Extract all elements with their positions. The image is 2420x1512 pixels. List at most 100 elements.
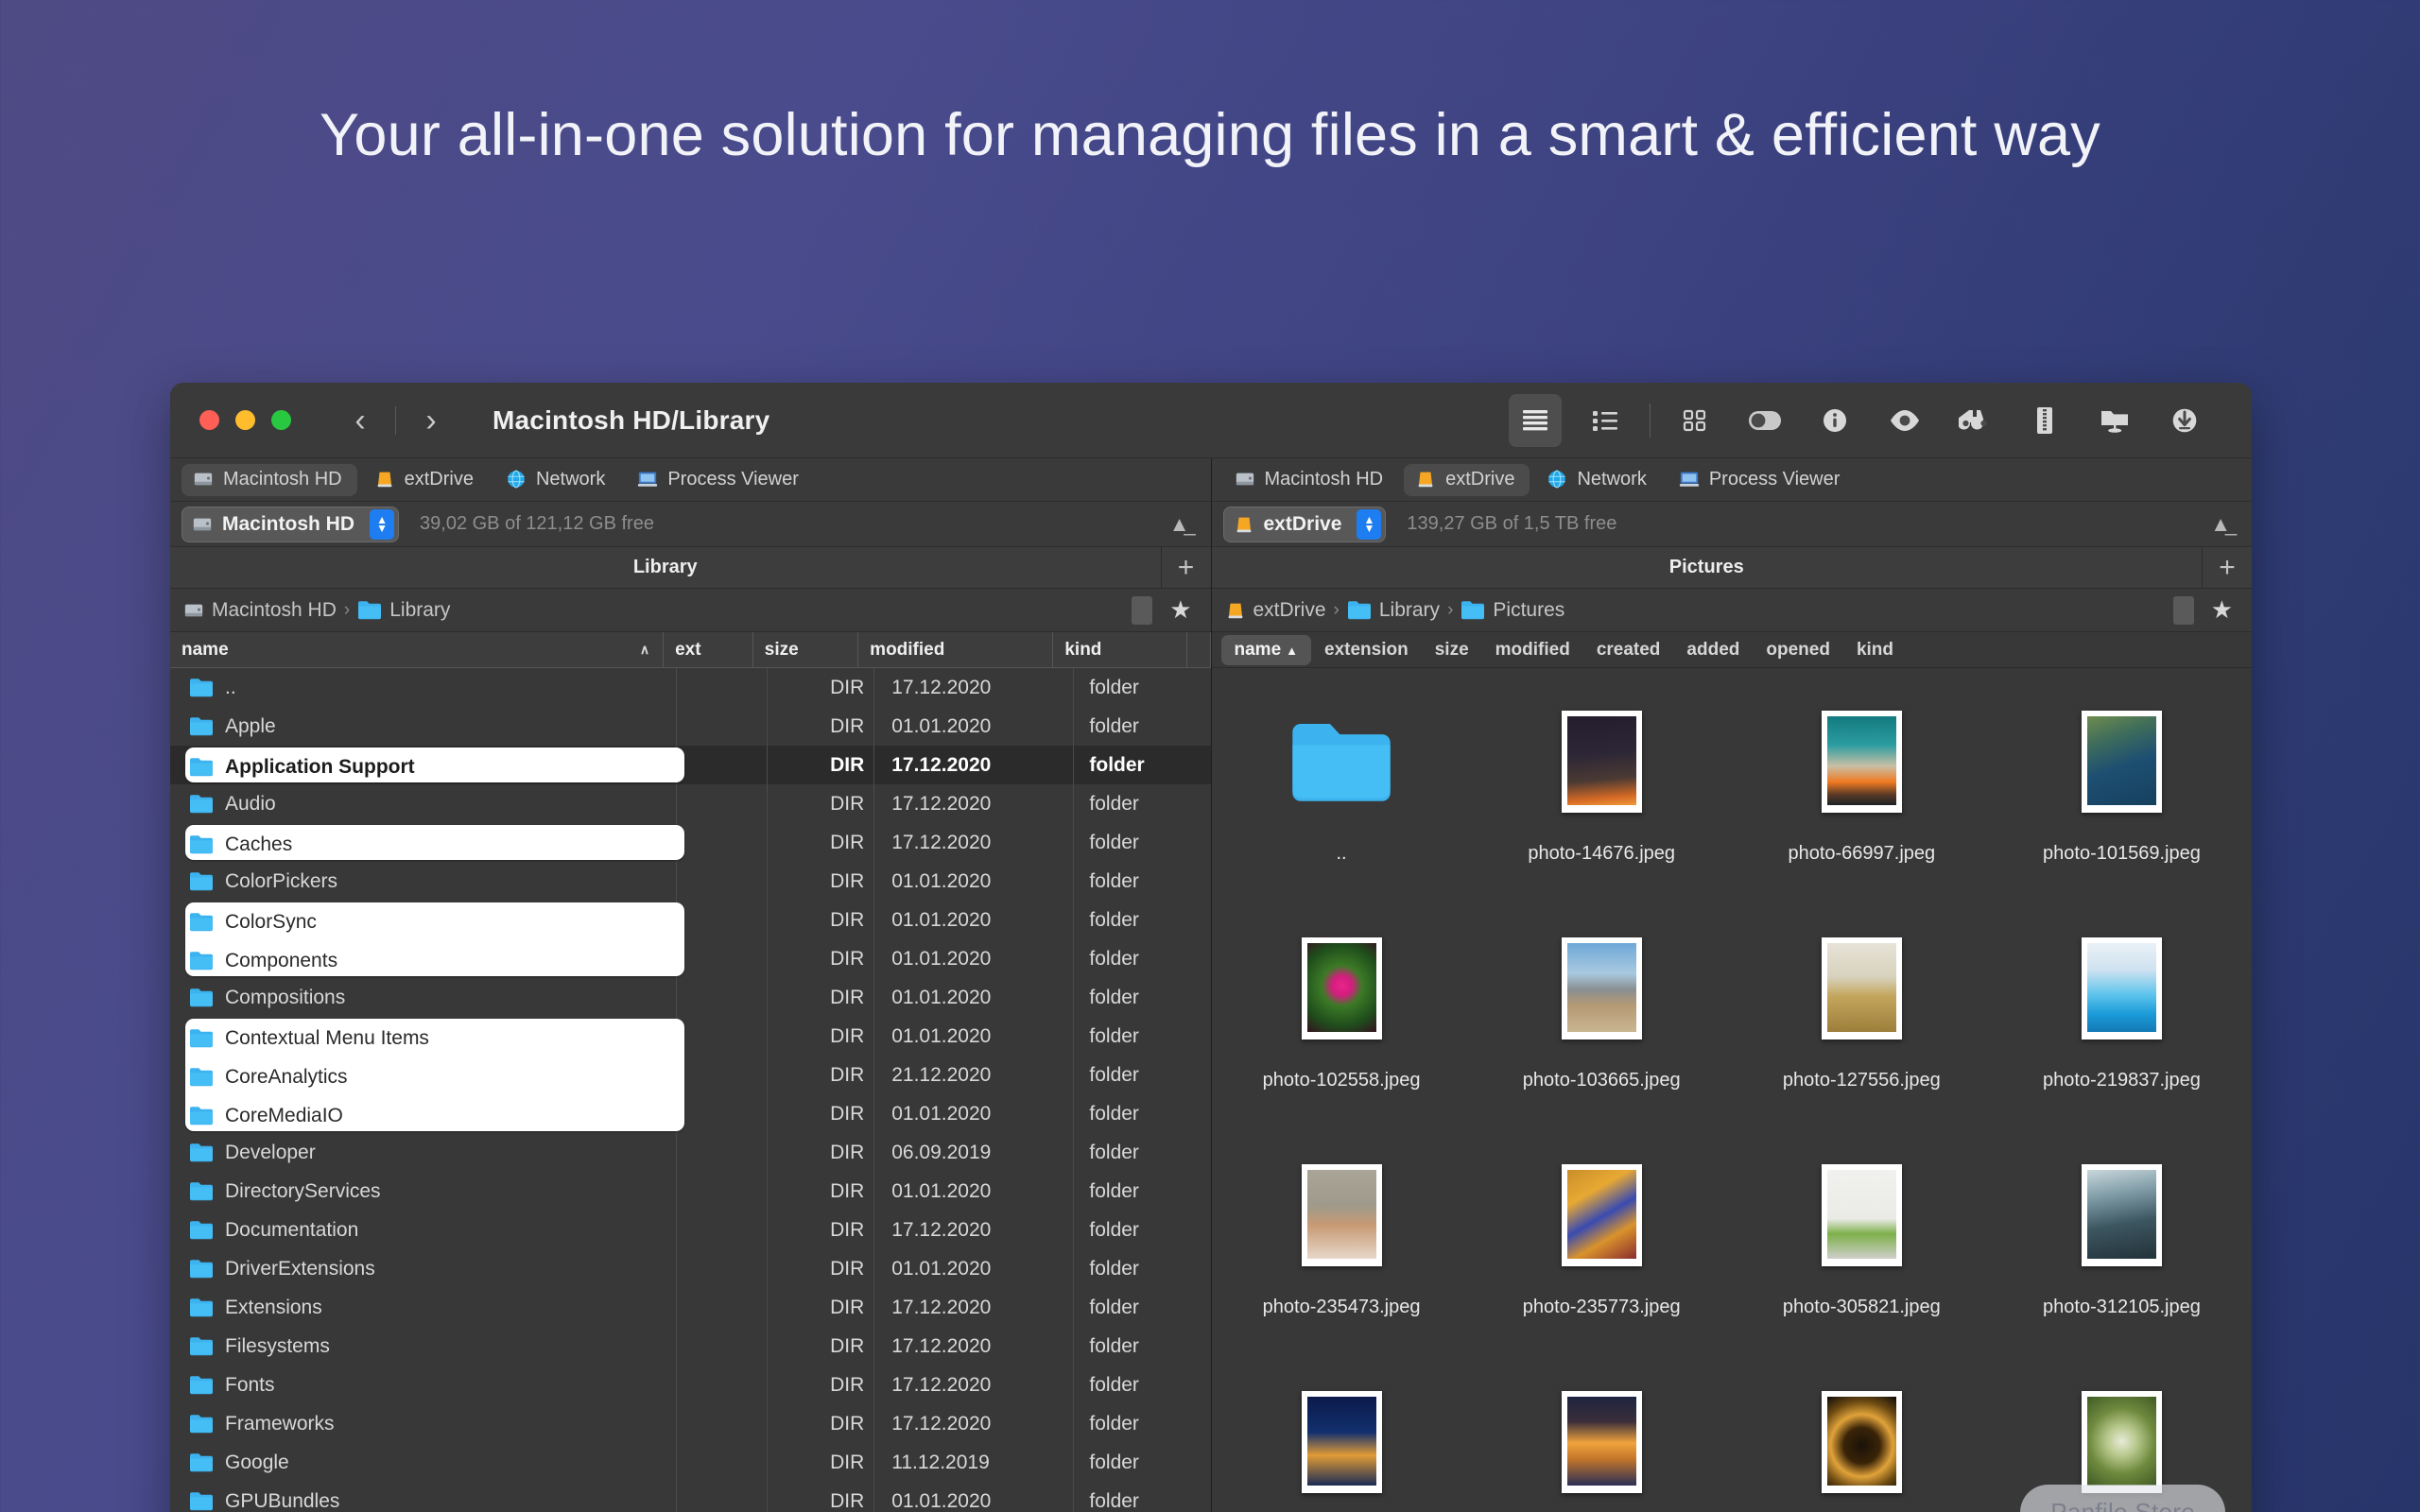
table-row[interactable]: GPUBundles DIR 01.01.2020 folder <box>170 1482 1211 1512</box>
table-row[interactable]: Google DIR 11.12.2019 folder <box>170 1443 1211 1482</box>
grid-item[interactable]: photo-103665.jpeg <box>1472 916 1732 1143</box>
right-breadcrumb-item[interactable]: extDrive <box>1225 599 1326 622</box>
table-row[interactable]: Caches DIR 17.12.2020 folder <box>170 823 1211 862</box>
left-col-name[interactable]: name ∧ <box>170 632 665 667</box>
grid-item[interactable]: photo-235473.jpeg <box>1212 1143 1472 1369</box>
left-row-modified: 01.01.2020 <box>874 1094 1075 1133</box>
right-eject-icon[interactable]: ▲̲ <box>2210 512 2231 537</box>
grid-item[interactable]: photo-305821.jpeg <box>1732 1143 1992 1369</box>
table-row[interactable]: Developer DIR 06.09.2019 folder <box>170 1133 1211 1172</box>
grid-item[interactable]: photo-66997.jpeg <box>1732 689 1992 916</box>
left-path-copy-button[interactable] <box>1132 595 1153 625</box>
right-col-extension[interactable]: extension <box>1311 635 1422 665</box>
grid-item[interactable]: photo-312105.jpeg <box>1992 1143 2252 1369</box>
table-row[interactable]: Extensions DIR 17.12.2020 folder <box>170 1288 1211 1327</box>
grid-item[interactable] <box>1732 1369 1992 1512</box>
left-col-ext[interactable]: ext <box>664 632 753 667</box>
table-row[interactable]: Frameworks DIR 17.12.2020 folder <box>170 1404 1211 1443</box>
right-icon-grid[interactable]: .. photo-14676.jpeg photo-66997.jpeg photo-… <box>1212 668 2253 1512</box>
left-folder-tab[interactable]: Library <box>170 547 1162 588</box>
table-row[interactable]: .. DIR 17.12.2020 folder <box>170 668 1211 707</box>
right-col-created[interactable]: created <box>1583 635 1674 665</box>
left-file-list[interactable]: .. DIR 17.12.2020 folder Apple DIR 01.01.2020 f… <box>170 668 1211 1512</box>
table-row[interactable]: Contextual Menu Items DIR 01.01.2020 folder <box>170 1017 1211 1056</box>
right-drive-tab-process-viewer[interactable]: Process Viewer <box>1668 464 1856 496</box>
left-col-modified[interactable]: modified <box>858 632 1054 667</box>
left-drive-selector[interactable]: Macintosh HD ▲ ▼ <box>182 506 400 542</box>
right-drive-tab-macintosh-hd[interactable]: Macintosh HD <box>1223 464 1399 496</box>
archive-zip-icon[interactable] <box>2018 394 2071 447</box>
left-drive-tab-macintosh-hd[interactable]: Macintosh HD <box>182 463 357 496</box>
table-row[interactable]: DirectoryServices DIR 01.01.2020 folder <box>170 1172 1211 1211</box>
right-col-opened[interactable]: opened <box>1753 635 1843 665</box>
table-row[interactable]: Apple DIR 01.01.2020 folder <box>170 707 1211 746</box>
left-col-size[interactable]: size <box>753 632 859 667</box>
left-col-kind[interactable]: kind <box>1053 632 1187 667</box>
table-row[interactable]: Documentation DIR 17.12.2020 folder <box>170 1211 1211 1249</box>
left-drive-tab-label: Process Viewer <box>667 468 799 490</box>
dark-mode-toggle[interactable] <box>1738 394 1791 447</box>
minimize-window-button[interactable] <box>235 410 255 430</box>
table-row[interactable]: DriverExtensions DIR 01.01.2020 folder <box>170 1249 1211 1288</box>
grid-item[interactable] <box>1212 1369 1472 1512</box>
right-path-copy-button[interactable] <box>2172 595 2194 625</box>
table-row[interactable]: Audio DIR 17.12.2020 folder <box>170 784 1211 823</box>
grid-item[interactable]: photo-219837.jpeg <box>1992 916 2252 1143</box>
left-drive-tab-process-viewer[interactable]: Process Viewer <box>626 464 814 496</box>
left-eject-icon[interactable]: ▲̲ <box>1169 512 1190 537</box>
right-breadcrumb-item[interactable]: Library <box>1347 599 1440 622</box>
table-row[interactable]: ColorPickers DIR 01.01.2020 folder <box>170 862 1211 901</box>
left-breadcrumb-item[interactable]: Macintosh HD <box>183 599 337 622</box>
grid-item[interactable]: photo-127556.jpeg <box>1732 916 1992 1143</box>
grid-item[interactable] <box>1472 1369 1732 1512</box>
grid-item[interactable]: photo-14676.jpeg <box>1472 689 1732 916</box>
folder-icon <box>190 1066 213 1085</box>
table-row[interactable]: Components DIR 01.01.2020 folder <box>170 939 1211 978</box>
table-row[interactable]: ColorSync DIR 01.01.2020 folder <box>170 901 1211 939</box>
grid-item[interactable]: photo-102558.jpeg <box>1212 916 1472 1143</box>
left-favorite-star-icon[interactable]: ★ <box>1169 595 1191 625</box>
grid-item[interactable]: photo-101569.jpeg <box>1992 689 2252 916</box>
right-col-name[interactable]: name ▲ <box>1220 634 1312 665</box>
right-favorite-star-icon[interactable]: ★ <box>2211 595 2233 625</box>
forward-arrow-icon[interactable]: › <box>409 404 453 437</box>
detail-list-view-icon[interactable] <box>1579 394 1632 447</box>
left-row-name-cell: Fonts <box>170 1366 678 1404</box>
table-row[interactable]: CoreAnalytics DIR 21.12.2020 folder <box>170 1056 1211 1094</box>
right-folder-tab[interactable]: Pictures <box>1212 547 2203 588</box>
right-col-kind[interactable]: kind <box>1843 635 1907 665</box>
right-drive-selector[interactable]: extDrive ▲ ▼ <box>1222 506 1387 542</box>
network-folder-icon[interactable] <box>2088 394 2141 447</box>
table-row[interactable]: Fonts DIR 17.12.2020 folder <box>170 1366 1211 1404</box>
right-col-size[interactable]: size <box>1422 635 1482 665</box>
preview-eye-icon[interactable] <box>1878 394 1931 447</box>
grid-item[interactable]: .. <box>1212 689 1472 916</box>
right-breadcrumb-item[interactable]: Pictures <box>1461 599 1564 622</box>
close-window-button[interactable] <box>199 410 219 430</box>
right-drive-tab-extdrive[interactable]: extDrive <box>1404 463 1530 496</box>
table-row[interactable]: Compositions DIR 01.01.2020 folder <box>170 978 1211 1017</box>
right-col-modified[interactable]: modified <box>1482 635 1583 665</box>
left-drive-tab-network[interactable]: Network <box>494 464 620 496</box>
list-view-icon[interactable] <box>1509 393 1562 447</box>
left-drive-stepper[interactable]: ▲ ▼ <box>370 508 395 540</box>
right-drive-tab-network[interactable]: Network <box>1535 464 1661 496</box>
left-breadcrumb-item[interactable]: Library <box>357 599 450 622</box>
left-add-tab-button[interactable]: + <box>1162 547 1211 588</box>
grid-view-icon[interactable] <box>1668 394 1721 447</box>
grid-item[interactable]: photo-235773.jpeg <box>1472 1143 1732 1369</box>
left-drive-tab-extdrive[interactable]: extDrive <box>363 464 489 496</box>
right-drive-stepper[interactable]: ▲ ▼ <box>1357 508 1382 540</box>
download-icon[interactable] <box>2158 394 2211 447</box>
table-row[interactable]: Filesystems DIR 17.12.2020 folder <box>170 1327 1211 1366</box>
back-arrow-icon[interactable]: ‹ <box>338 404 382 437</box>
table-row[interactable]: CoreMediaIO DIR 01.01.2020 folder <box>170 1094 1211 1133</box>
left-row-kind: folder <box>1089 676 1139 698</box>
info-icon[interactable] <box>1808 394 1861 447</box>
left-row-name: CoreAnalytics <box>225 1063 348 1086</box>
binoculars-search-icon[interactable] <box>1948 394 2001 447</box>
right-col-added[interactable]: added <box>1673 635 1753 665</box>
maximize-window-button[interactable] <box>271 410 291 430</box>
right-add-tab-button[interactable]: + <box>2203 547 2252 588</box>
table-row[interactable]: Application Support DIR 17.12.2020 folder <box>170 746 1211 784</box>
